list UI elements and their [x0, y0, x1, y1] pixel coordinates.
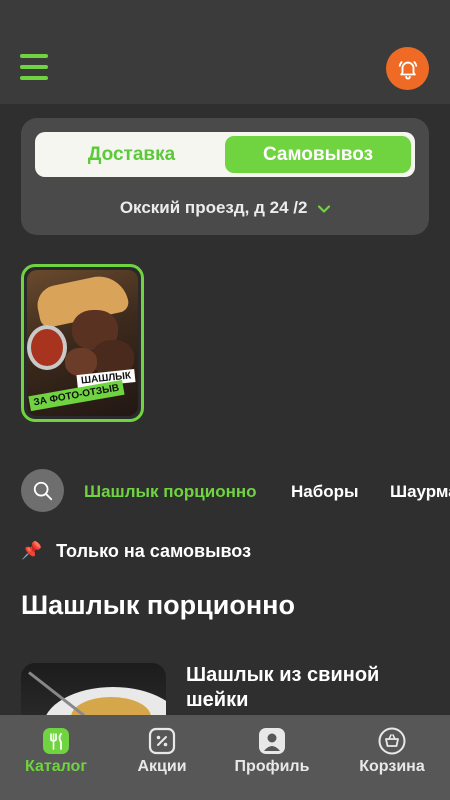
- story-tag-bottom: ЗА ФОТО-ОТЗЫВ: [28, 379, 125, 412]
- delivery-method-card: Доставка Самовывоз Окский проезд, д 24 /…: [21, 118, 429, 235]
- top-bar: [0, 0, 450, 104]
- bell-icon[interactable]: [386, 47, 429, 90]
- nav-catalog-label: Каталог: [25, 758, 87, 775]
- pickup-address: Окский проезд, д 24 /2: [119, 198, 308, 217]
- pickup-only-text: Только на самовывоз: [56, 540, 252, 561]
- tab-shashlik-portion[interactable]: Шашлык порционно: [84, 482, 257, 502]
- category-tabs: Шашлык порционно Наборы Шаурма: [84, 482, 450, 504]
- delivery-option[interactable]: Доставка: [39, 136, 224, 173]
- section-title: Шашлык порционно: [21, 590, 295, 620]
- hamburger-menu-icon[interactable]: [20, 54, 50, 82]
- product-image: [21, 663, 166, 723]
- nav-basket[interactable]: Корзина: [336, 727, 448, 776]
- product-name: Шашлык из свиной шейки: [186, 664, 380, 711]
- profile-icon: [259, 728, 285, 754]
- product-card[interactable]: Шашлык из свиной шейки: [21, 663, 429, 723]
- pushpin-icon: 📌: [21, 541, 43, 560]
- pickup-address-selector[interactable]: Окский проезд, д 24 /2: [21, 198, 429, 219]
- bottom-nav: Каталог Акции Профиль Корзина: [0, 715, 450, 800]
- pickup-only-note: 📌 Только на самовывоз: [21, 539, 251, 563]
- delivery-toggle: Доставка Самовывоз: [35, 132, 415, 177]
- basket-icon: [378, 727, 406, 755]
- chevron-down-icon: [318, 199, 331, 219]
- nav-profile-label: Профиль: [234, 758, 310, 775]
- nav-basket-label: Корзина: [359, 758, 425, 775]
- nav-catalog[interactable]: Каталог: [0, 727, 112, 776]
- nav-promo-label: Акции: [137, 758, 187, 775]
- search-icon[interactable]: [21, 469, 64, 512]
- pickup-option[interactable]: Самовывоз: [225, 136, 411, 173]
- catalog-icon: [43, 728, 69, 754]
- tab-sets[interactable]: Наборы: [291, 482, 359, 502]
- story-image: ШАШЛЫК ЗА ФОТО-ОТЗЫВ: [27, 270, 138, 416]
- nav-profile[interactable]: Профиль: [216, 727, 328, 776]
- tab-shawarma[interactable]: Шаурма: [390, 482, 450, 502]
- story-card[interactable]: ШАШЛЫК ЗА ФОТО-ОТЗЫВ: [21, 264, 144, 422]
- nav-promo[interactable]: Акции: [106, 727, 218, 776]
- promo-icon: [148, 727, 176, 755]
